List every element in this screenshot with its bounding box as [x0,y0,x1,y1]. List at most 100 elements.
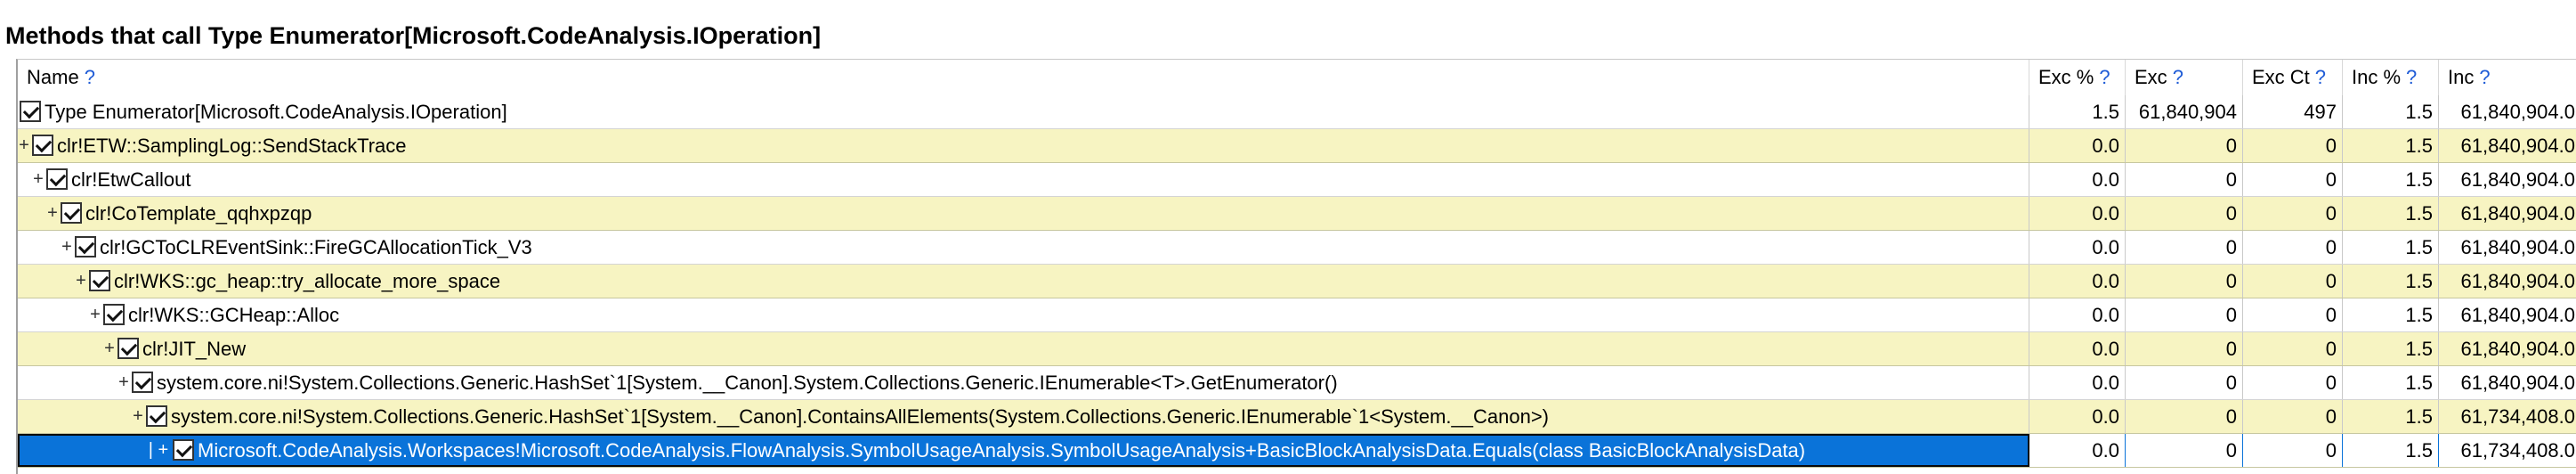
exc-pct-cell[interactable]: 0.0 [2029,129,2126,162]
column-header-name[interactable]: Name? [18,60,2029,95]
exc-ct-cell[interactable]: 0 [2243,400,2343,433]
row-checkbox[interactable] [146,405,167,428]
table-row[interactable]: + clr!ETW::SamplingLog::SendStackTrace 0.0… [18,129,2576,163]
inc-cell[interactable]: 61,840,904.0 [2439,366,2576,399]
expand-toggle[interactable]: + [132,400,144,433]
expand-toggle[interactable]: | + [146,434,171,467]
inc-pct-cell[interactable]: 1.5 [2343,332,2439,365]
exc-ct-cell[interactable]: 0 [2243,129,2343,162]
help-link[interactable]: ? [2406,66,2417,88]
inc-pct-cell[interactable]: 1.5 [2343,400,2439,433]
exc-ct-cell[interactable]: 0 [2243,366,2343,399]
inc-cell[interactable]: 61,840,904.0 [2439,129,2576,162]
help-link[interactable]: ? [2173,66,2183,88]
row-checkbox[interactable] [61,202,82,225]
column-header-exc[interactable]: Exc? [2126,60,2243,95]
column-header-inc-pct[interactable]: Inc %? [2343,60,2439,95]
exc-ct-cell[interactable]: 0 [2243,231,2343,264]
help-link[interactable]: ? [2315,66,2326,88]
exc-cell[interactable]: 0 [2126,332,2243,365]
inc-cell[interactable]: 61,840,904.0 [2439,197,2576,230]
name-cell[interactable]: + clr!ETW::SamplingLog::SendStackTrace [18,129,2029,162]
exc-ct-cell[interactable]: 0 [2243,332,2343,365]
exc-pct-cell[interactable]: 0.0 [2029,265,2126,298]
inc-pct-cell[interactable]: 1.5 [2343,298,2439,331]
callers-grid[interactable]: Name? Exc %? Exc? Exc Ct? Inc %? Inc? Ty… [16,59,2576,474]
inc-cell[interactable]: 61,840,904.0 [2439,95,2576,128]
name-cell[interactable]: | + Microsoft.CodeAnalysis.Workspaces!Mic… [18,434,2029,467]
exc-cell[interactable]: 0 [2126,434,2243,467]
inc-pct-cell[interactable]: 1.5 [2343,129,2439,162]
row-checkbox[interactable] [20,101,41,123]
exc-cell[interactable]: 0 [2126,366,2243,399]
name-cell[interactable]: Type Enumerator[Microsoft.CodeAnalysis.I… [18,95,2029,128]
inc-pct-cell[interactable]: 1.5 [2343,197,2439,230]
exc-pct-cell[interactable]: 0.0 [2029,163,2126,196]
column-header-exc-ct[interactable]: Exc Ct? [2243,60,2343,95]
inc-pct-cell[interactable]: 1.5 [2343,265,2439,298]
table-row[interactable]: + clr!GCToCLREventSink::FireGCAllocationT… [18,231,2576,265]
help-link[interactable]: ? [2479,66,2490,88]
expand-toggle[interactable]: + [61,231,73,264]
inc-pct-cell[interactable]: 1.5 [2343,366,2439,399]
inc-cell[interactable]: 61,840,904.0 [2439,265,2576,298]
name-cell[interactable]: + clr!JIT_New [18,332,2029,365]
exc-cell[interactable]: 0 [2126,129,2243,162]
table-row[interactable]: + clr!CoTemplate_qqhxpzqp 0.0 0 0 1.5 61,840,9… [18,197,2576,231]
name-cell[interactable]: + clr!EtwCallout [18,163,2029,196]
inc-cell[interactable]: 61,734,408.0 [2439,434,2576,467]
row-checkbox[interactable] [32,135,53,157]
name-cell[interactable]: + system.core.ni!System.Collections.Gener… [18,366,2029,399]
row-checkbox[interactable] [173,439,194,462]
table-row[interactable]: + clr!WKS::gc_heap::try_allocate_more_spa… [18,265,2576,298]
expand-toggle[interactable]: + [46,197,59,230]
row-checkbox[interactable] [132,372,153,394]
exc-pct-cell[interactable]: 0.0 [2029,332,2126,365]
inc-cell[interactable]: 61,840,904.0 [2439,298,2576,331]
help-link[interactable]: ? [85,66,95,88]
column-header-exc-pct[interactable]: Exc %? [2029,60,2126,95]
name-cell[interactable]: + clr!WKS::GCHeap::Alloc [18,298,2029,331]
exc-pct-cell[interactable]: 0.0 [2029,400,2126,433]
row-checkbox[interactable] [117,338,139,360]
exc-cell[interactable]: 0 [2126,163,2243,196]
exc-cell[interactable]: 61,840,904 [2126,95,2243,128]
name-cell[interactable]: + clr!WKS::gc_heap::try_allocate_more_spa… [18,265,2029,298]
inc-pct-cell[interactable]: 1.5 [2343,163,2439,196]
expand-toggle[interactable]: + [89,298,101,331]
exc-ct-cell[interactable]: 0 [2243,163,2343,196]
exc-pct-cell[interactable]: 0.0 [2029,298,2126,331]
inc-cell[interactable]: 61,840,904.0 [2439,332,2576,365]
exc-pct-cell[interactable]: 0.0 [2029,197,2126,230]
exc-ct-cell[interactable]: 0 [2243,197,2343,230]
name-cell[interactable]: + clr!CoTemplate_qqhxpzqp [18,197,2029,230]
exc-ct-cell[interactable]: 497 [2243,95,2343,128]
exc-pct-cell[interactable]: 0.0 [2029,231,2126,264]
table-row[interactable]: Type Enumerator[Microsoft.CodeAnalysis.I… [18,95,2576,129]
exc-ct-cell[interactable]: 0 [2243,265,2343,298]
expand-toggle[interactable]: + [32,163,45,196]
exc-ct-cell[interactable]: 0 [2243,298,2343,331]
table-row[interactable]: | + Microsoft.CodeAnalysis.Workspaces!Mic… [18,434,2576,468]
table-row[interactable]: + system.core.ni!System.Collections.Gener… [18,400,2576,434]
row-checkbox[interactable] [103,304,125,326]
inc-cell[interactable]: 61,734,408.0 [2439,400,2576,433]
expand-toggle[interactable]: + [103,332,116,365]
row-checkbox[interactable] [46,168,68,191]
inc-cell[interactable]: 61,840,904.0 [2439,163,2576,196]
exc-cell[interactable]: 0 [2126,197,2243,230]
exc-cell[interactable]: 0 [2126,298,2243,331]
exc-pct-cell[interactable]: 0.0 [2029,366,2126,399]
table-row[interactable]: + clr!WKS::GCHeap::Alloc 0.0 0 0 1.5 61,840,90… [18,298,2576,332]
exc-cell[interactable]: 0 [2126,265,2243,298]
row-checkbox[interactable] [75,236,96,258]
table-row[interactable]: + system.core.ni!System.Collections.Gener… [18,366,2576,400]
inc-pct-cell[interactable]: 1.5 [2343,434,2439,467]
exc-pct-cell[interactable]: 1.5 [2029,95,2126,128]
exc-ct-cell[interactable]: 0 [2243,434,2343,467]
exc-cell[interactable]: 0 [2126,400,2243,433]
table-row[interactable]: + clr!EtwCallout 0.0 0 0 1.5 61,840,904.0 [18,163,2576,197]
expand-toggle[interactable]: + [75,265,87,298]
column-header-inc[interactable]: Inc? [2439,60,2576,95]
help-link[interactable]: ? [2099,66,2110,88]
